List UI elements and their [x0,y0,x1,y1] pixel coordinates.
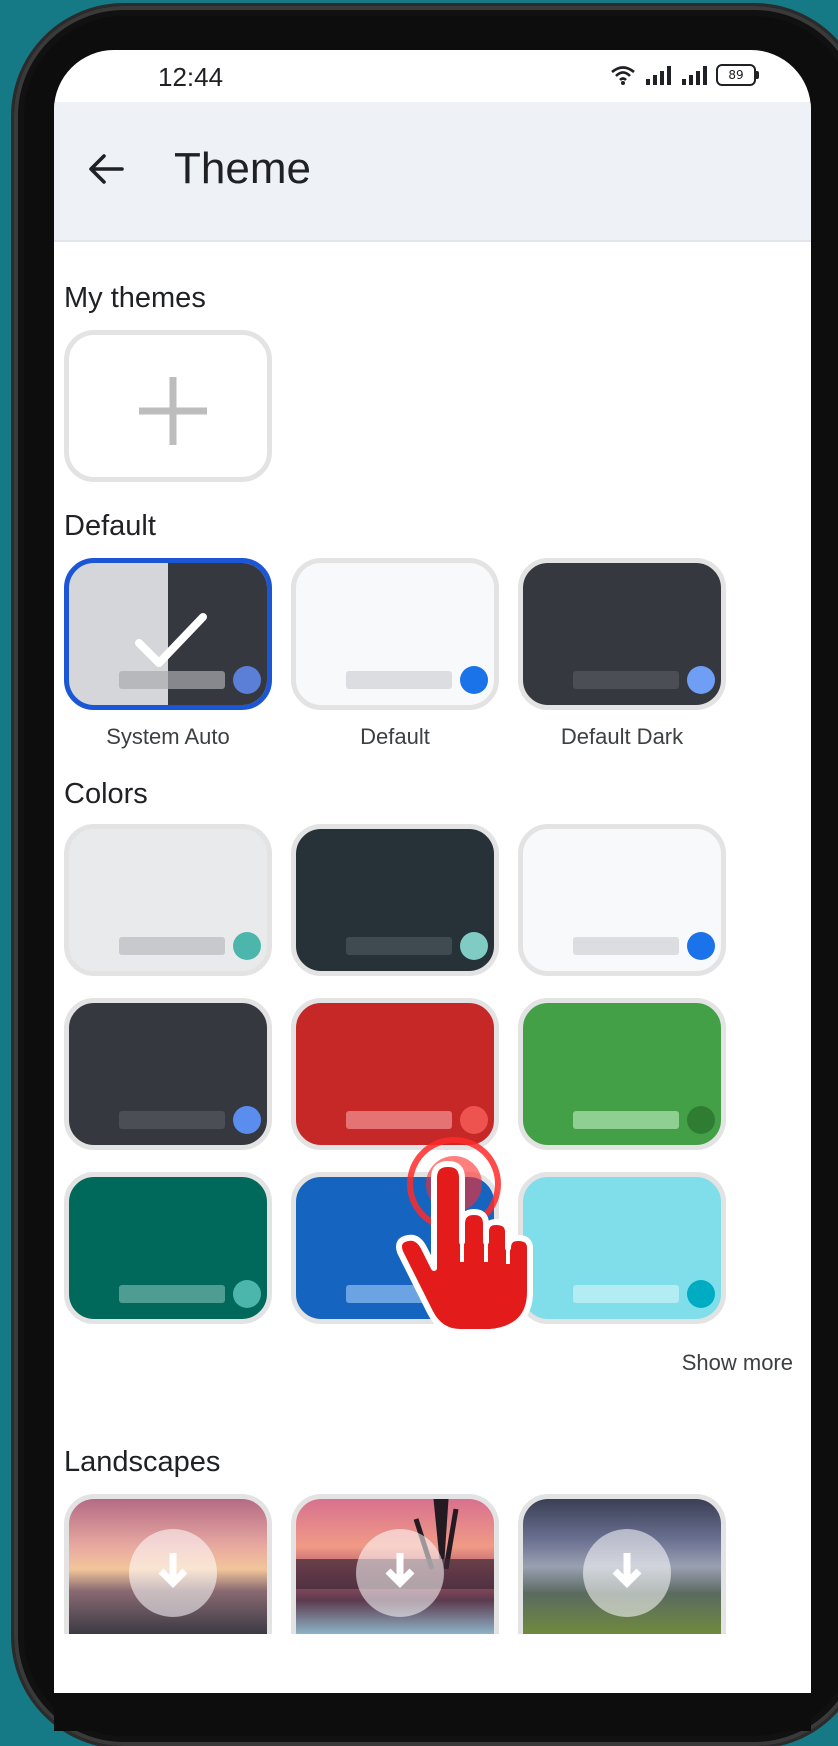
theme-bar [573,1285,679,1303]
color-theme-tile[interactable] [64,824,272,976]
section-colors: Colors [64,778,148,810]
add-theme-button[interactable] [64,330,272,482]
show-more-link[interactable]: Show more [682,1350,793,1376]
theme-system-auto[interactable] [64,558,272,710]
download-button[interactable] [583,1529,671,1617]
signal-icon [646,66,671,85]
theme-bar [119,1111,225,1129]
plus-icon [139,377,207,445]
wifi-icon [611,66,635,85]
theme-label-default: Default [360,724,430,749]
arrow-back-icon [89,154,124,184]
theme-dot [233,666,261,694]
theme-bar [573,937,679,955]
theme-dot [687,1280,715,1308]
section-my-themes: My themes [64,282,206,314]
section-landscapes: Landscapes [64,1446,221,1478]
theme-dot [460,932,488,960]
signal-icon-2 [682,66,707,85]
theme-bar [573,1111,679,1129]
theme-dot [460,1106,488,1134]
theme-label-system-auto: System Auto [106,724,230,749]
theme-bar [119,1285,225,1303]
color-theme-tile[interactable] [518,998,726,1150]
landscape-theme-stormy-hills[interactable] [518,1494,726,1634]
theme-bar [119,671,225,689]
theme-bar [346,937,452,955]
color-theme-tile[interactable] [64,1172,272,1324]
download-icon [612,1553,642,1588]
back-button[interactable] [82,144,132,194]
check-icon [135,613,207,667]
screen: 12:44 89 Theme My themes Default System … [54,50,811,1693]
theme-default[interactable] [291,558,499,710]
color-theme-tile[interactable] [291,998,499,1150]
status-icons: 89 [610,64,759,86]
download-icon [158,1553,188,1588]
theme-bar [346,671,452,689]
landscape-theme-lake-trees[interactable] [291,1494,499,1634]
theme-dot [460,666,488,694]
battery-level: 89 [728,68,744,82]
download-icon [385,1553,415,1588]
color-theme-tile[interactable] [291,824,499,976]
theme-default-dark[interactable] [518,558,726,710]
color-theme-tile[interactable] [518,824,726,976]
theme-dot [687,932,715,960]
landscape-theme-sunset-beach[interactable] [64,1494,272,1634]
theme-bar [119,937,225,955]
bottom-bezel [54,1693,811,1731]
theme-dot [233,932,261,960]
battery-icon: 89 [716,64,759,86]
tap-hand-icon [396,1137,533,1335]
theme-dot [687,666,715,694]
theme-dot [233,1106,261,1134]
color-theme-tile[interactable] [518,1172,726,1324]
color-theme-tile[interactable] [64,998,272,1150]
theme-bar [346,1111,452,1129]
page-title: Theme [174,144,311,193]
theme-dot [233,1280,261,1308]
download-button[interactable] [356,1529,444,1617]
section-default: Default [64,510,156,542]
theme-dot [687,1106,715,1134]
status-time: 12:44 [158,62,224,92]
theme-bar [573,671,679,689]
app-bar: Theme [54,102,811,242]
status-bar: 12:44 89 [54,50,811,102]
download-button[interactable] [129,1529,217,1617]
theme-label-default-dark: Default Dark [560,724,684,749]
